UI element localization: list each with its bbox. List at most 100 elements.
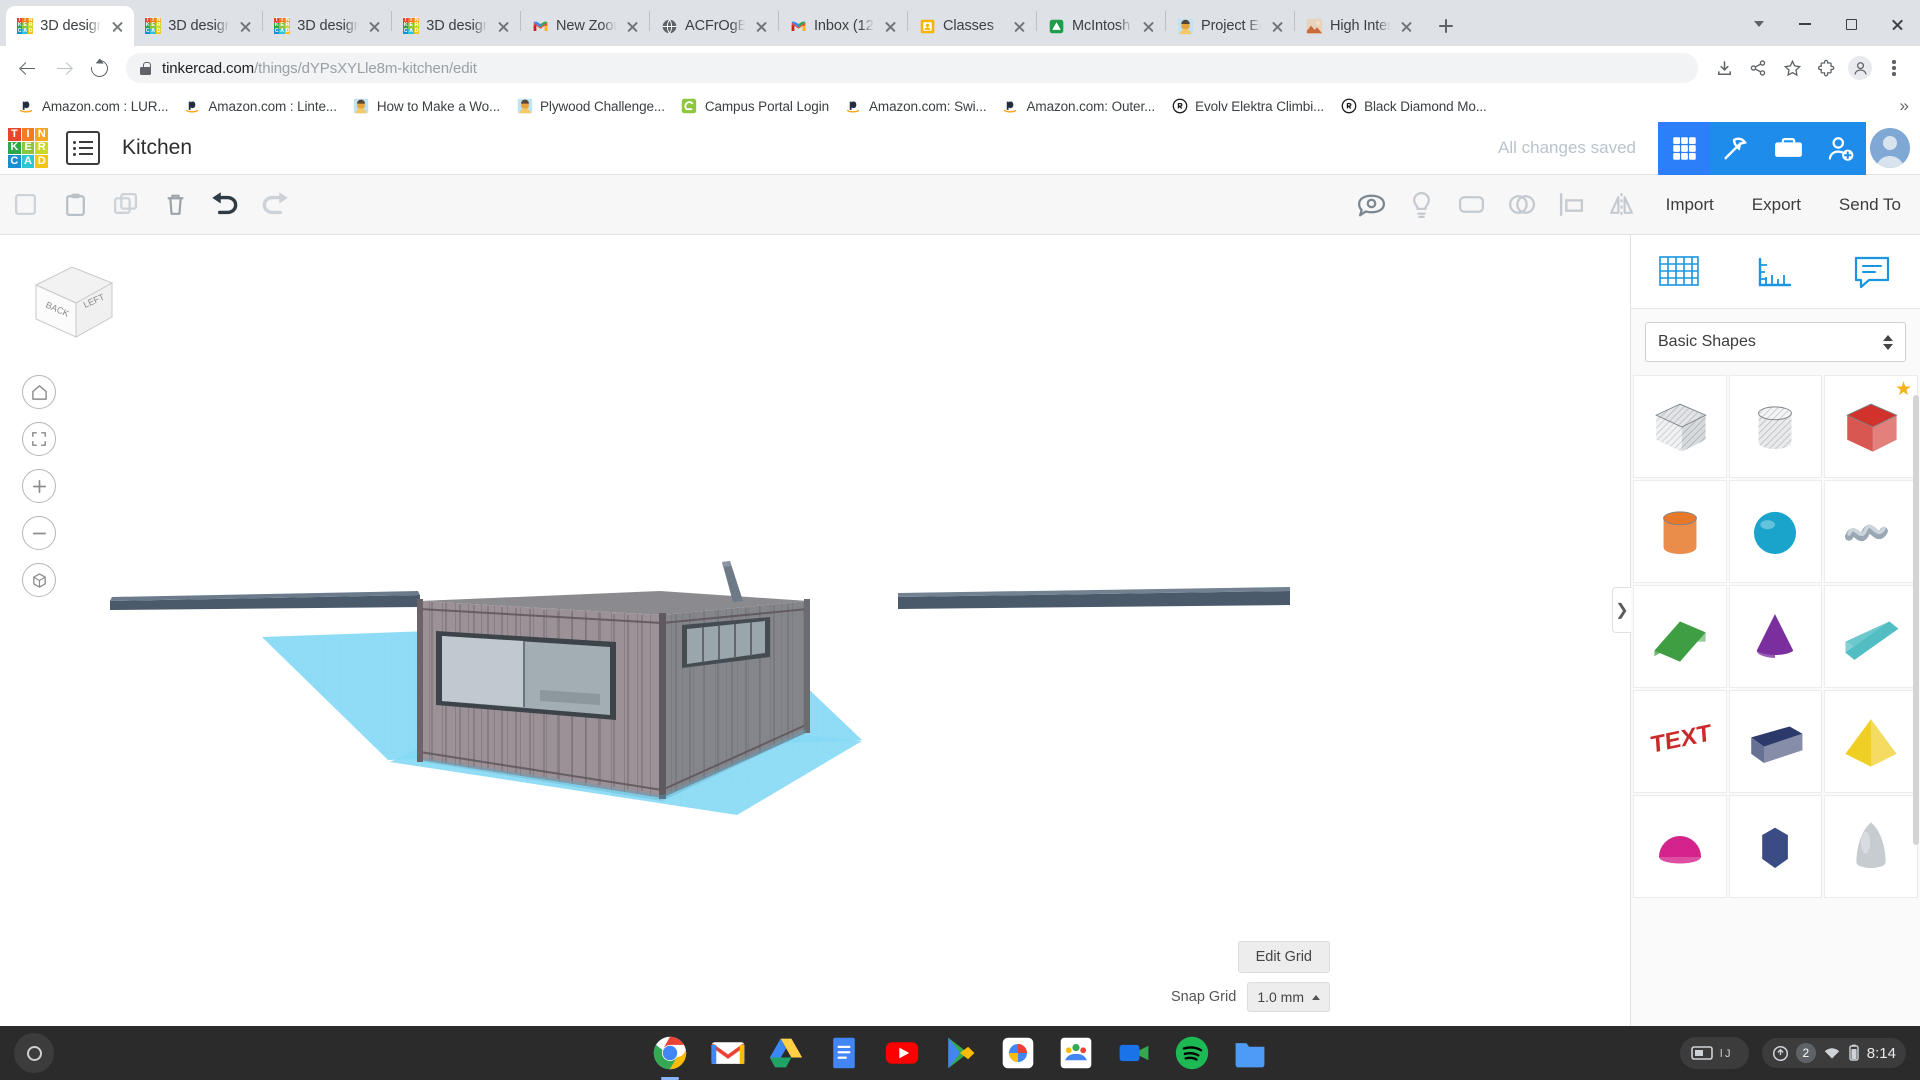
close-icon[interactable] — [109, 18, 126, 35]
tab-search-button[interactable] — [1736, 8, 1782, 40]
browser-tab[interactable]: T I N K E R C A D 3D design — [392, 6, 520, 46]
gallery-icon[interactable] — [1762, 122, 1814, 175]
copy-icon[interactable] — [0, 175, 50, 235]
shape-item[interactable]: TEXT — [1633, 690, 1727, 793]
collapse-panel-button[interactable]: ❯ — [1612, 587, 1631, 633]
forward-button[interactable] — [46, 51, 80, 85]
shape-item[interactable] — [1824, 795, 1918, 898]
close-icon[interactable] — [237, 18, 254, 35]
taskbar-chrome-icon[interactable] — [651, 1034, 689, 1072]
reload-button[interactable] — [82, 51, 116, 85]
align-icon[interactable] — [1547, 175, 1597, 235]
shape-item[interactable] — [1728, 795, 1823, 898]
close-window-button[interactable] — [1874, 8, 1920, 40]
user-avatar[interactable] — [1870, 128, 1910, 168]
taskbar-photos-icon[interactable] — [999, 1034, 1037, 1072]
taskbar-youtube-icon[interactable] — [883, 1034, 921, 1072]
paste-icon[interactable] — [50, 175, 100, 235]
tab-shapes[interactable] — [1648, 244, 1710, 300]
screencast-ime-pill[interactable]: lJ — [1679, 1037, 1749, 1069]
tinkercad-logo[interactable]: TIN KER CAD — [8, 128, 48, 168]
3d-canvas[interactable]: BACK LEFT Edit Grid Snap Grid 1.0 mm — [0, 235, 1630, 1026]
browser-tab[interactable]: T I N K E R C A D 3D design — [6, 6, 134, 46]
close-icon[interactable] — [1398, 18, 1415, 35]
panel-scrollbar[interactable] — [1913, 395, 1919, 845]
close-icon[interactable] — [366, 18, 383, 35]
browser-tab[interactable]: T I N K E R C A D 3D design — [134, 6, 262, 46]
taskbar-meet-icon[interactable] — [1115, 1034, 1153, 1072]
browser-tab[interactable]: Classes — [908, 6, 1036, 46]
address-bar[interactable]: tinkercad.com/things/dYPsXYLle8m-kitchen… — [126, 53, 1698, 83]
chrome-menu-button[interactable] — [1878, 52, 1910, 84]
taskbar-spotify-icon[interactable] — [1173, 1034, 1211, 1072]
tools-icon[interactable] — [1710, 122, 1762, 175]
browser-tab[interactable]: High Inten — [1295, 6, 1423, 46]
close-icon[interactable] — [624, 18, 641, 35]
bookmark-item[interactable]: Amazon.com : LUR... — [10, 95, 176, 118]
project-menu-button[interactable] — [66, 131, 100, 165]
bookmark-item[interactable]: Amazon.com: Outer... — [995, 95, 1164, 118]
install-app-button[interactable] — [1708, 52, 1740, 84]
taskbar-drive-icon[interactable] — [767, 1034, 805, 1072]
send-to-button[interactable]: Send To — [1820, 175, 1920, 235]
import-button[interactable]: Import — [1647, 175, 1733, 235]
profile-button[interactable] — [1844, 52, 1876, 84]
extensions-button[interactable] — [1810, 52, 1842, 84]
close-icon[interactable] — [753, 18, 770, 35]
taskbar-gmail-icon[interactable] — [709, 1034, 747, 1072]
redo-icon[interactable] — [250, 175, 300, 235]
shape-item[interactable] — [1633, 480, 1727, 583]
shape-item[interactable]: ★ — [1824, 375, 1918, 478]
bookmark-item[interactable]: Evolv Elektra Climbi... — [1163, 95, 1332, 118]
shape-item[interactable] — [1728, 375, 1823, 478]
edit-grid-button[interactable]: Edit Grid — [1237, 941, 1330, 973]
mirror-icon[interactable] — [1597, 175, 1647, 235]
light-bulb-icon[interactable] — [1397, 175, 1447, 235]
taskbar-play-store-icon[interactable] — [941, 1034, 979, 1072]
shape-item[interactable] — [1633, 795, 1727, 898]
bookmark-item[interactable]: Amazon.com : Linte... — [176, 95, 344, 118]
close-icon[interactable] — [495, 18, 512, 35]
tab-ruler[interactable] — [1744, 244, 1806, 300]
shape-item[interactable] — [1728, 480, 1823, 583]
close-icon[interactable] — [1269, 18, 1286, 35]
status-area[interactable]: 2 8:14 — [1761, 1038, 1906, 1068]
ungroup-icon[interactable] — [1497, 175, 1547, 235]
new-tab-button[interactable] — [1431, 11, 1461, 41]
taskbar-classroom-icon[interactable] — [1057, 1034, 1095, 1072]
delete-icon[interactable] — [150, 175, 200, 235]
group-icon[interactable] — [1447, 175, 1497, 235]
browser-tab[interactable]: New Zoom — [521, 6, 649, 46]
browser-tab[interactable]: Inbox (125 — [779, 6, 907, 46]
share-button[interactable] — [1742, 52, 1774, 84]
shape-item[interactable] — [1633, 585, 1727, 688]
add-user-icon[interactable] — [1814, 122, 1866, 175]
bookmarks-overflow-button[interactable]: » — [1900, 96, 1910, 116]
browser-tab[interactable]: T I N K E R C A D 3D design — [263, 6, 391, 46]
bookmark-item[interactable]: Black Diamond Mo... — [1332, 95, 1495, 118]
shape-item[interactable] — [1824, 690, 1918, 793]
close-icon[interactable] — [882, 18, 899, 35]
tab-notes[interactable] — [1841, 244, 1903, 300]
shape-item[interactable] — [1824, 480, 1918, 583]
browser-tab[interactable]: Project Ed — [1166, 6, 1294, 46]
close-icon[interactable] — [1011, 18, 1028, 35]
bookmark-star-button[interactable] — [1776, 52, 1808, 84]
bookmark-item[interactable]: How to Make a Wo... — [345, 95, 508, 118]
grid-view-icon[interactable] — [1658, 122, 1710, 175]
browser-tab[interactable]: McIntosh — [1037, 6, 1165, 46]
bookmark-item[interactable]: Amazon.com: Swi... — [837, 95, 995, 118]
hide-icon[interactable] — [1347, 175, 1397, 235]
shape-item[interactable] — [1633, 375, 1727, 478]
shape-item[interactable] — [1824, 585, 1918, 688]
close-icon[interactable] — [1140, 18, 1157, 35]
duplicate-icon[interactable] — [100, 175, 150, 235]
snap-grid-select[interactable]: 1.0 mm — [1247, 982, 1330, 1012]
taskbar-docs-icon[interactable] — [825, 1034, 863, 1072]
taskbar-files-icon[interactable] — [1231, 1034, 1269, 1072]
shape-category-select[interactable]: Basic Shapes — [1645, 322, 1906, 362]
back-button[interactable] — [10, 51, 44, 85]
bookmark-item[interactable]: Campus Portal Login — [673, 95, 837, 118]
maximize-button[interactable] — [1828, 8, 1874, 40]
browser-tab[interactable]: ACFrOgB4 — [650, 6, 778, 46]
